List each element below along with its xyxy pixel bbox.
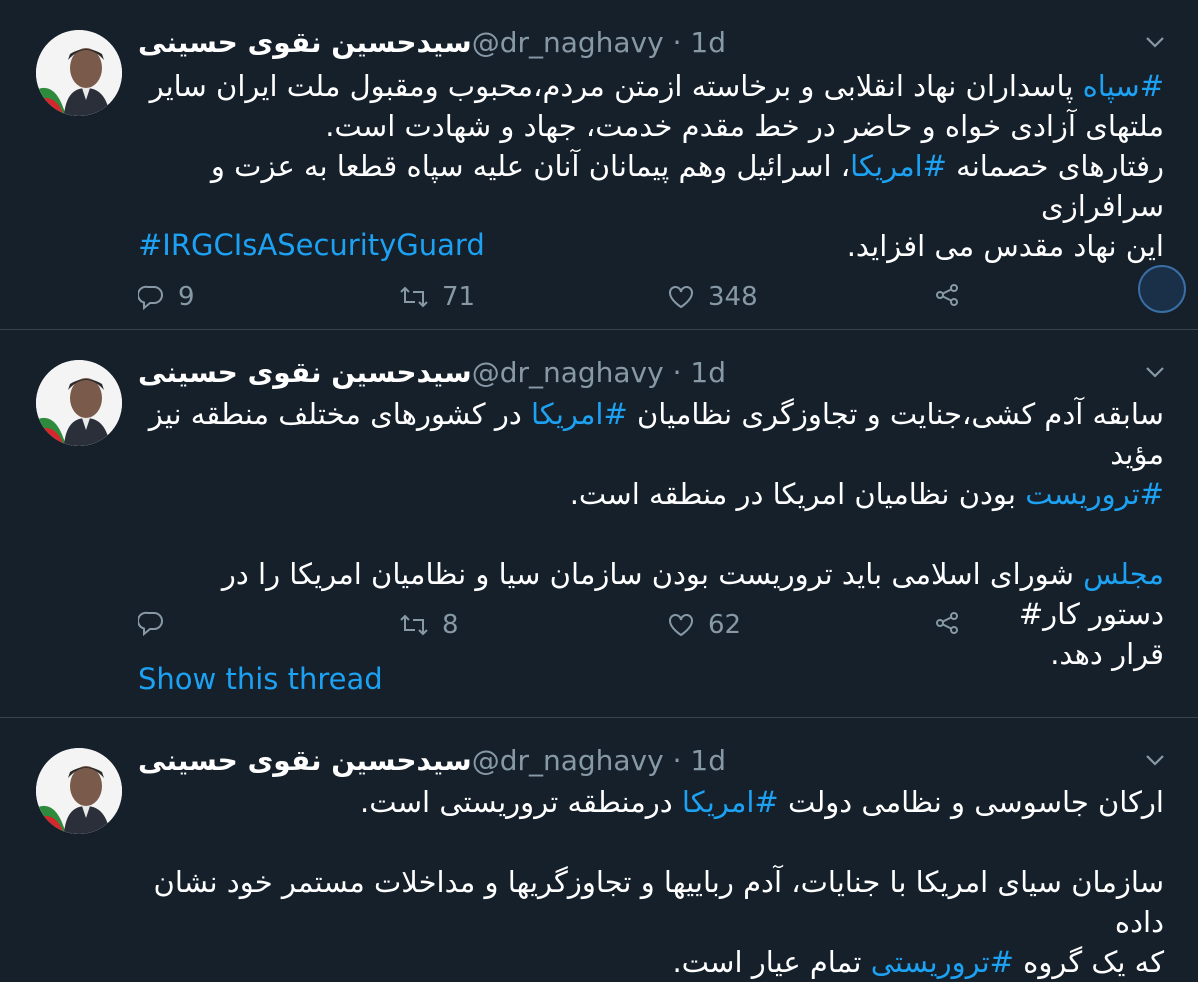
- heart-icon: [669, 286, 693, 309]
- like-button[interactable]: 348: [668, 282, 758, 312]
- hashtag-link[interactable]: #امریکا: [531, 397, 628, 431]
- separator-dot: ·: [672, 26, 682, 59]
- hashtag-link[interactable]: #امریکا: [682, 785, 779, 819]
- timestamp[interactable]: 1d: [690, 356, 726, 389]
- text-line: ارکان جاسوسی و نظامی دولت #امریکا درمنطق…: [360, 785, 1164, 819]
- avatar[interactable]: [36, 748, 122, 834]
- reply-count: 9: [178, 282, 195, 312]
- text-line: که یک گروه #تروریستی تمام عیار است.: [672, 945, 1164, 979]
- retweet-count: 8: [442, 610, 459, 640]
- hashtag-link[interactable]: مجلس: [1083, 557, 1164, 591]
- timestamp[interactable]: 1d: [690, 26, 726, 59]
- retweet-count: 71: [442, 282, 476, 312]
- retweet-icon: [400, 286, 428, 308]
- hashtag-link[interactable]: #سپاه: [1083, 69, 1164, 103]
- retweet-button[interactable]: 8: [400, 610, 459, 640]
- text-line: سابقه آدم کشی،جنایت و تجاوزگری نظامیان #…: [148, 397, 1164, 471]
- show-thread-link[interactable]: Show this thread: [138, 662, 383, 696]
- avatar[interactable]: [36, 30, 122, 116]
- reply-button[interactable]: 9: [138, 282, 195, 312]
- tweet-text: ارکان جاسوسی و نظامی دولت #امریکا درمنطق…: [138, 782, 1164, 982]
- share-button[interactable]: [934, 282, 960, 308]
- hashtag-link[interactable]: #امریکا: [850, 149, 947, 183]
- text-line: #سپاه پاسداران نهاد انقلابی و برخاسته از…: [149, 69, 1164, 103]
- like-count: 62: [708, 610, 742, 640]
- tweet-header: سیدحسین نقوی حسینی@dr_naghavy · 1d: [138, 742, 726, 780]
- separator-dot: ·: [672, 744, 682, 777]
- hashtag-link[interactable]: #تروریستی: [871, 945, 1014, 979]
- reply-icon: [138, 611, 163, 636]
- avatar[interactable]: [36, 360, 122, 446]
- tweet-header: سیدحسین نقوی حسینی@dr_naghavy · 1d: [138, 24, 726, 62]
- author-name[interactable]: سیدحسین نقوی حسینی: [138, 744, 472, 777]
- chevron-down-icon[interactable]: [1144, 752, 1166, 771]
- author-name[interactable]: سیدحسین نقوی حسینی: [138, 26, 472, 59]
- separator-dot: ·: [672, 356, 682, 389]
- retweet-button[interactable]: 71: [400, 282, 475, 312]
- text-line: ملتهای آزادی خواه و حاضر در خط مقدم خدمت…: [325, 109, 1164, 143]
- author-name[interactable]: سیدحسین نقوی حسینی: [138, 356, 472, 389]
- text-line: سازمان سیای امریکا با جنایات، آدم رباییه…: [153, 865, 1164, 939]
- author-handle[interactable]: @dr_naghavy: [472, 26, 664, 59]
- like-button[interactable]: 62: [668, 610, 741, 640]
- share-button[interactable]: [934, 610, 960, 636]
- heart-icon: [669, 614, 693, 637]
- author-handle[interactable]: @dr_naghavy: [472, 356, 664, 389]
- text-line: #تروریست بودن نظامیان امریکا در منطقه اس…: [569, 477, 1164, 511]
- timestamp[interactable]: 1d: [690, 744, 726, 777]
- share-icon: [936, 612, 958, 634]
- chevron-down-icon[interactable]: [1144, 364, 1166, 383]
- share-icon: [936, 284, 958, 306]
- retweet-icon: [400, 614, 428, 636]
- hashtag-link[interactable]: #تروریست: [1025, 477, 1164, 511]
- author-handle[interactable]: @dr_naghavy: [472, 744, 664, 777]
- chevron-down-icon[interactable]: [1144, 34, 1166, 53]
- like-count: 348: [708, 282, 758, 312]
- tweet-1[interactable]: سیدحسین نقوی حسینی@dr_naghavy · 1d #سپاه…: [0, 0, 1198, 330]
- tweet-2[interactable]: سیدحسین نقوی حسینی@dr_naghavy · 1d سابقه…: [0, 330, 1198, 718]
- hashtag-link[interactable]: #IRGCIsASecurityGuard: [138, 228, 485, 262]
- reply-button[interactable]: [138, 610, 178, 636]
- tweet-header: سیدحسین نقوی حسینی@dr_naghavy · 1d: [138, 354, 726, 392]
- reply-icon: [138, 285, 163, 310]
- tweet-actions: 8 62: [138, 610, 1198, 646]
- tweet-3[interactable]: سیدحسین نقوی حسینی@dr_naghavy · 1d ارکان…: [0, 718, 1198, 979]
- tweet-actions: 9 71 348: [138, 282, 1198, 318]
- text-line: رفتارهای خصمانه #امریکا، اسرائیل وهم پیم…: [210, 149, 1164, 223]
